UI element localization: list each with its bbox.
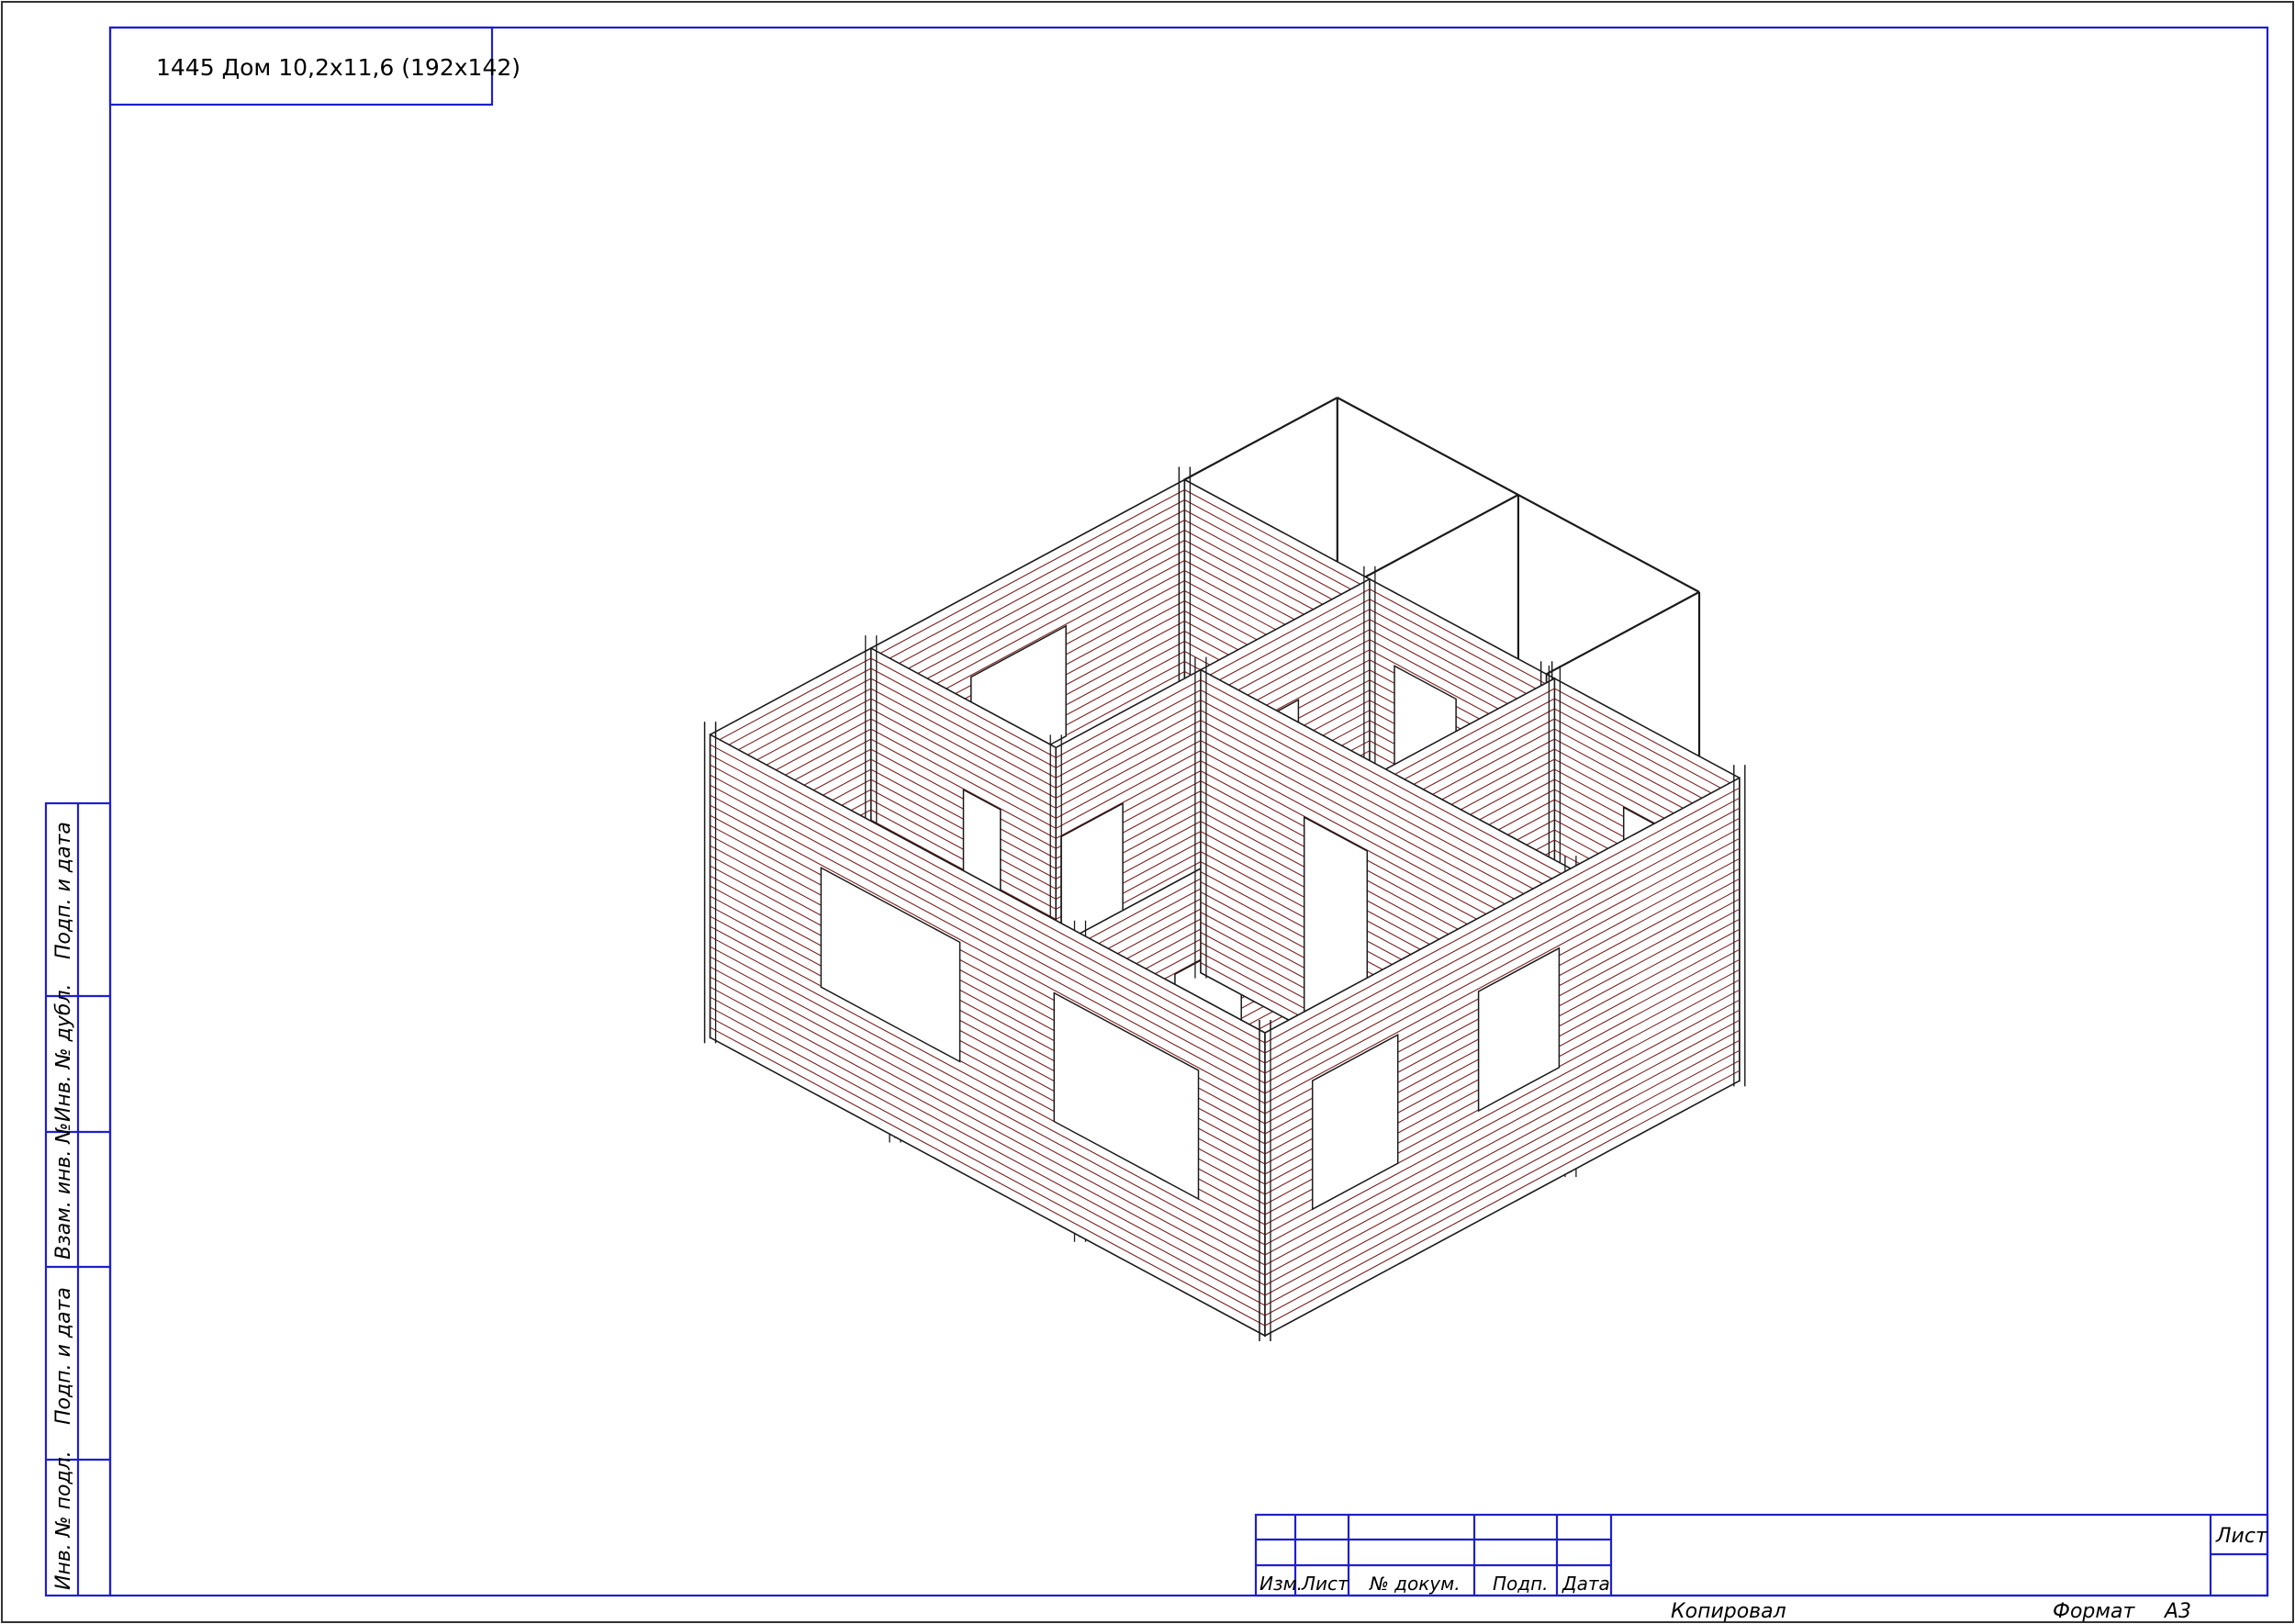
terrace-beam (1364, 494, 1519, 578)
col-sheet: Лист (1301, 1573, 1349, 1595)
terrace-beam (1183, 397, 1338, 481)
log-house-isometric (703, 397, 1746, 1341)
col-date: Дата (1562, 1573, 1610, 1595)
drawing-title: 1445 Дом 10,2x11,6 (192x142) (156, 54, 521, 81)
col-doc-no: № докум. (1369, 1573, 1461, 1595)
sheet-label: Лист (2215, 1525, 2268, 1548)
col-sign: Подп. (1493, 1573, 1549, 1595)
title-box: 1445 Дом 10,2x11,6 (192x142) (108, 26, 521, 106)
stamp-sign-date-1: Подп. и дата (52, 822, 75, 959)
format-value: A3 (2163, 1600, 2191, 1623)
stamp-replace-inv: Взам. инв. № (52, 1123, 75, 1260)
terrace-beam (1546, 590, 1700, 676)
col-change: Изм. (1259, 1573, 1303, 1595)
format-label: Формат (2053, 1600, 2135, 1623)
stamp-sign-date-2: Подп. и дата (52, 1287, 75, 1425)
copied-label: Копировал (1671, 1600, 1786, 1623)
title-block: Изм. Лист № докум. Подп. Дата Лист Копир… (1254, 1513, 2269, 1623)
side-stamp: Подп. и дата Инв. № дубл. Взам. инв. № П… (44, 801, 112, 1597)
drawing-sheet: 1445 Дом 10,2x11,6 (192x142) Подп. и дат… (1, 1, 2294, 1623)
stamp-inv-orig: Инв. № подл. (52, 1450, 75, 1590)
stamp-inv-dup: Инв. № дубл. (52, 983, 75, 1122)
